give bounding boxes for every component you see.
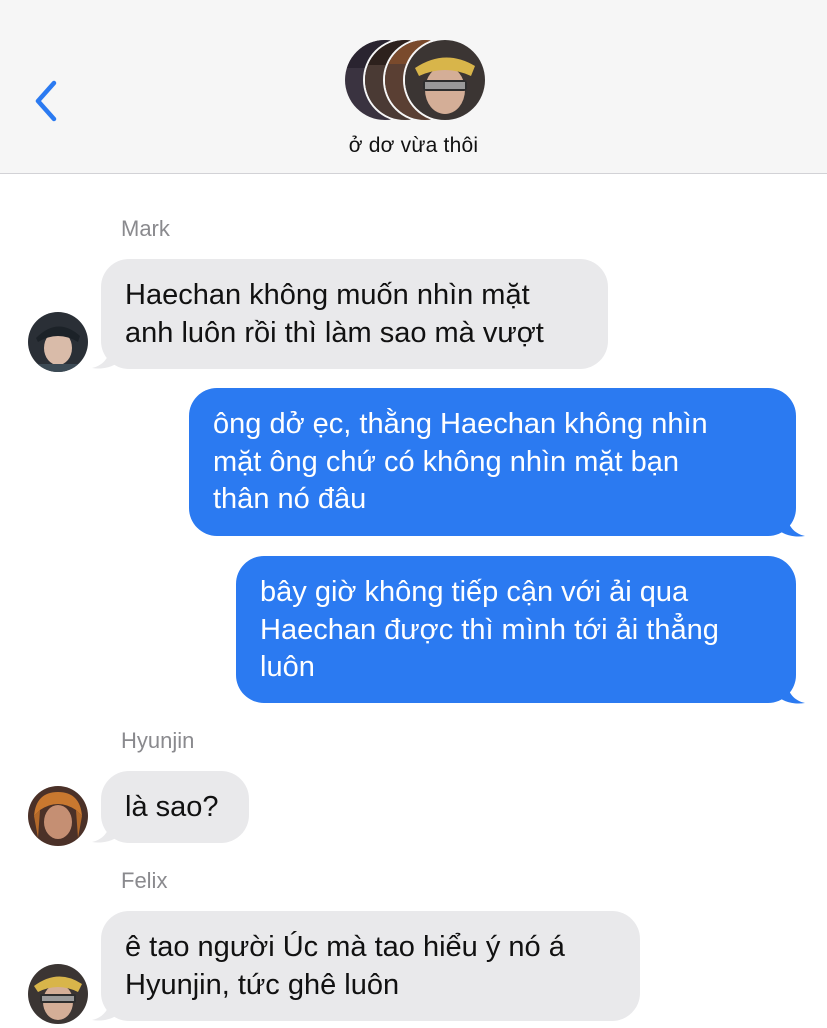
avatar[interactable]	[28, 312, 88, 372]
conversation-header: ở dơ vừa thôi	[0, 0, 827, 174]
message-bubble-outgoing[interactable]: bây giờ không tiếp cận với ải qua Haecha…	[236, 556, 796, 703]
message-text-line: Haechan không muốn nhìn mặt	[125, 279, 530, 311]
avatar	[403, 38, 487, 122]
message-text-line: thân nó đâu	[213, 483, 367, 515]
message-bubble-outgoing[interactable]: ông dở ẹc, thằng Haechan không nhìn mặt …	[189, 388, 796, 536]
message-text-line: luôn	[260, 651, 315, 683]
sender-name: Felix	[121, 868, 168, 893]
message-text-line: Haechan được thì mình tới ải thẳng	[260, 613, 719, 646]
chevron-left-icon	[35, 80, 57, 122]
message-bubble-incoming[interactable]: Haechan không muốn nhìn mặt anh luôn rồi…	[101, 259, 608, 369]
message-text-line: là sao?	[125, 791, 219, 823]
message-text-line: ông dở ẹc, thằng Haechan không nhìn	[213, 408, 708, 440]
message-text-line: mặt ông chứ có không nhìn mặt bạn	[213, 445, 679, 478]
sender-name: Mark	[121, 216, 170, 241]
avatar[interactable]	[28, 964, 88, 1024]
message-text-line: Hyunjin, tức ghê luôn	[125, 968, 400, 1001]
message-text-line: anh luôn rồi thì làm sao mà vượt	[125, 316, 544, 349]
sender-name: Hyunjin	[121, 728, 195, 753]
group-avatar-stack[interactable]	[343, 38, 488, 122]
message-bubble-incoming[interactable]: ê tao người Úc mà tao hiểu ý nó á Hyunji…	[101, 911, 640, 1021]
group-title[interactable]: ở dơ vừa thôi	[0, 134, 827, 158]
message-text-line: ê tao người Úc mà tao hiểu ý nó á	[125, 931, 565, 963]
back-button[interactable]	[30, 78, 66, 124]
message-text-line: bây giờ không tiếp cận với ải qua	[260, 576, 689, 608]
message-bubble-incoming[interactable]: là sao?	[101, 771, 249, 843]
avatar[interactable]	[28, 786, 88, 846]
